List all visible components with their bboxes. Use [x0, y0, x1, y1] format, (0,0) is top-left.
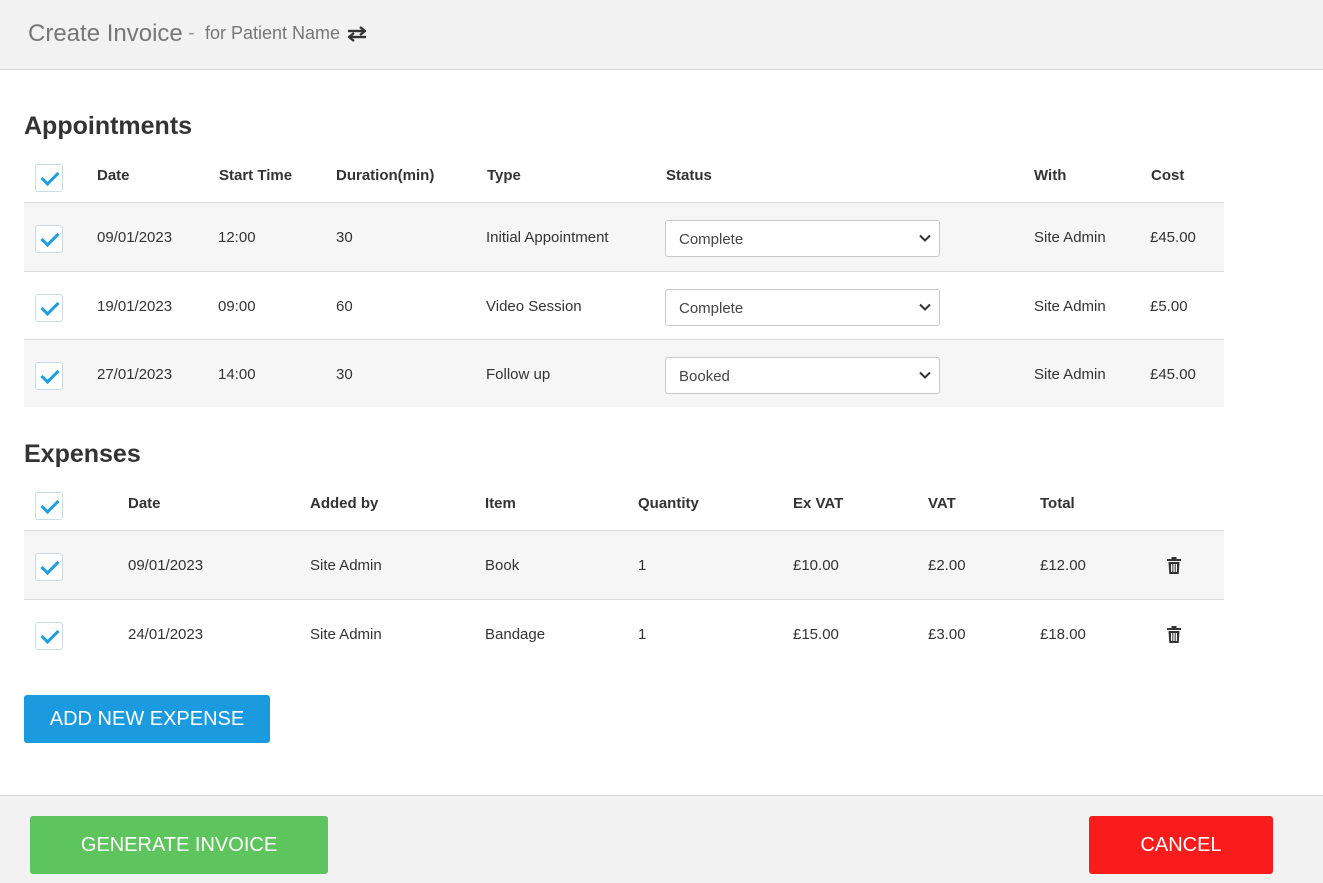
- column-header-duration: Duration(min): [336, 167, 435, 184]
- column-header-cost: Cost: [1151, 167, 1185, 184]
- appointment-start-time: 09:00: [218, 298, 256, 315]
- expense-row-checkbox[interactable]: [35, 553, 63, 581]
- appointment-row-checkbox[interactable]: [35, 225, 63, 253]
- expense-quantity: 1: [638, 557, 647, 574]
- expense-row: 24/01/2023 Site Admin Bandage 1 £15.00 £…: [24, 599, 1224, 667]
- column-header-ex-vat: Ex VAT: [793, 495, 844, 512]
- chevron-down-icon: [919, 303, 931, 311]
- appointment-cost: £45.00: [1150, 229, 1196, 246]
- appointment-duration: 30: [336, 366, 353, 383]
- column-header-total: Total: [1040, 495, 1075, 512]
- appointment-start-time: 14:00: [218, 366, 256, 383]
- expense-item: Bandage: [485, 626, 546, 643]
- column-header-added-by: Added by: [310, 495, 379, 512]
- appointment-with: Site Admin: [1034, 229, 1106, 246]
- appointments-table-header: Date Start Time Duration(min) Type Statu…: [24, 150, 1224, 206]
- appointments-select-all-checkbox[interactable]: [35, 164, 63, 192]
- column-header-quantity: Quantity: [638, 495, 699, 512]
- title-separator: -: [188, 22, 195, 44]
- appointment-cost: £5.00: [1150, 298, 1188, 315]
- appointment-start-time: 12:00: [218, 229, 256, 246]
- column-header-item: Item: [485, 495, 516, 512]
- expense-added-by: Site Admin: [310, 557, 382, 574]
- expense-date: 24/01/2023: [128, 626, 204, 643]
- chevron-down-icon: [919, 234, 931, 242]
- appointment-type: Follow up: [486, 366, 551, 383]
- appointment-with: Site Admin: [1034, 366, 1106, 383]
- expense-total: £12.00: [1040, 557, 1086, 574]
- appointment-row-checkbox[interactable]: [35, 294, 63, 322]
- generate-invoice-button[interactable]: GENERATE INVOICE: [30, 816, 328, 874]
- trash-icon[interactable]: [1167, 626, 1181, 643]
- expense-vat: £3.00: [928, 626, 966, 643]
- column-header-with: With: [1034, 167, 1067, 184]
- expense-vat: £2.00: [928, 557, 966, 574]
- column-header-date: Date: [128, 495, 161, 512]
- expenses-heading: Expenses: [24, 440, 141, 468]
- expenses-table-header: Date Added by Item Quantity Ex VAT VAT T…: [24, 478, 1224, 534]
- column-header-start-time: Start Time: [219, 167, 293, 184]
- expenses-select-all-checkbox[interactable]: [35, 492, 63, 520]
- appointment-row: 19/01/2023 09:00 60 Video Session Comple…: [24, 271, 1224, 339]
- appointment-row: 27/01/2023 14:00 30 Follow up Booked Sit…: [24, 339, 1224, 407]
- swap-arrows-icon[interactable]: [345, 24, 369, 44]
- appointment-status-select[interactable]: Complete: [665, 220, 940, 257]
- expense-item: Book: [485, 557, 520, 574]
- expense-row-checkbox[interactable]: [35, 622, 63, 650]
- appointment-cost: £45.00: [1150, 366, 1196, 383]
- status-select-value: Booked: [679, 368, 730, 385]
- appointments-heading: Appointments: [24, 112, 193, 140]
- expense-added-by: Site Admin: [310, 626, 382, 643]
- trash-icon[interactable]: [1167, 557, 1181, 574]
- chevron-down-icon: [919, 371, 931, 379]
- status-select-value: Complete: [679, 300, 744, 317]
- appointment-date: 19/01/2023: [97, 298, 173, 315]
- expense-row: 09/01/2023 Site Admin Book 1 £10.00 £2.0…: [24, 530, 1224, 599]
- appointment-row: 09/01/2023 12:00 30 Initial Appointment …: [24, 202, 1224, 271]
- page-title: Create Invoice: [28, 20, 183, 47]
- add-new-expense-button[interactable]: ADD NEW EXPENSE: [24, 695, 270, 743]
- expense-ex-vat: £15.00: [793, 626, 839, 643]
- column-header-date: Date: [97, 167, 130, 184]
- appointment-row-checkbox[interactable]: [35, 362, 63, 390]
- column-header-status: Status: [666, 167, 712, 184]
- expense-ex-vat: £10.00: [793, 557, 839, 574]
- appointment-duration: 30: [336, 229, 353, 246]
- column-header-type: Type: [487, 167, 521, 184]
- patient-name: for Patient Name: [205, 23, 341, 43]
- column-header-vat: VAT: [928, 495, 956, 512]
- appointment-date: 09/01/2023: [97, 229, 173, 246]
- appointment-type: Video Session: [486, 298, 582, 315]
- cancel-button[interactable]: CANCEL: [1089, 816, 1273, 874]
- appointment-type: Initial Appointment: [486, 229, 609, 246]
- appointment-date: 27/01/2023: [97, 366, 173, 383]
- expense-date: 09/01/2023: [128, 557, 204, 574]
- expense-total: £18.00: [1040, 626, 1086, 643]
- expense-quantity: 1: [638, 626, 647, 643]
- status-select-value: Complete: [679, 231, 744, 248]
- appointment-duration: 60: [336, 298, 353, 315]
- appointment-status-select[interactable]: Complete: [665, 289, 940, 326]
- page-header: Create Invoice - for Patient Name: [0, 0, 1323, 70]
- page-footer: GENERATE INVOICE CANCEL: [0, 795, 1323, 883]
- appointment-with: Site Admin: [1034, 298, 1106, 315]
- appointment-status-select[interactable]: Booked: [665, 357, 940, 394]
